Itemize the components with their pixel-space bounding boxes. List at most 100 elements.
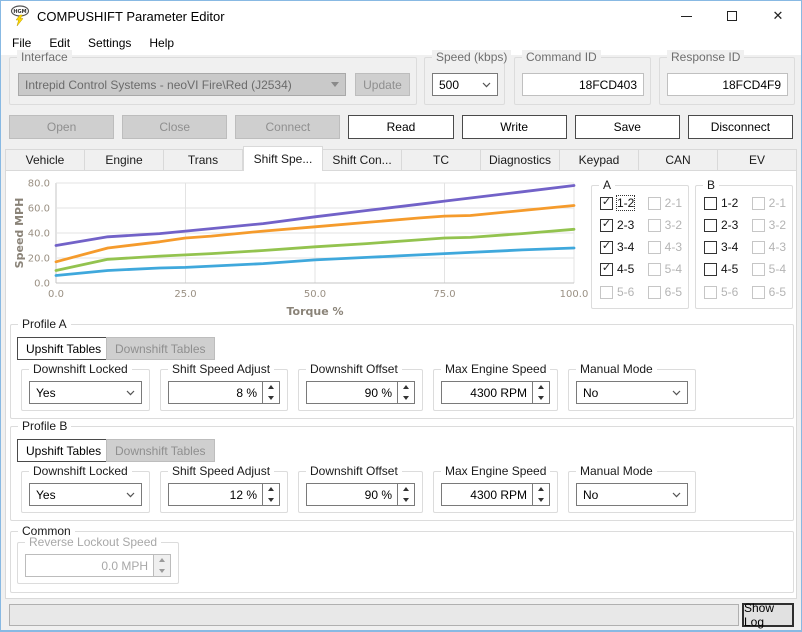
profile-a-shift-speed-adjust-spinner[interactable]: 8 % [168,381,280,404]
menu-help[interactable]: Help [140,33,183,53]
connect-button-label: Connect [266,120,311,134]
tab-shift-speeds[interactable]: Shift Spe... [243,146,323,171]
tab-shift-control[interactable]: Shift Con... [323,149,402,171]
profile-b-manual-mode-select[interactable]: No [576,483,688,506]
checkbox-box: ✓ [648,241,661,254]
checkbox-b-4-5[interactable]: ✓ 4-5 [704,262,738,276]
profile-b-shift-speed-adjust-spinner[interactable]: 12 % [168,483,280,506]
reverse-lockout-speed-value: 0.0 MPH [26,555,153,576]
checkbox-label: 3-4 [721,240,738,254]
spin-up-icon [268,385,274,389]
svg-text:100.0: 100.0 [560,289,589,300]
reverse-lockout-speed-label: Reverse Lockout Speed [25,535,161,549]
checkbox-label: 4-5 [721,262,738,276]
close-button[interactable]: ✕ [755,1,801,31]
checkbox-box: ✓ [704,241,717,254]
profile-b-shift-speed-adjust-box: Shift Speed Adjust 12 % [160,471,288,513]
tab-trans[interactable]: Trans [164,149,243,171]
profile-a-upshift-tables-button[interactable]: Upshift Tables [17,337,110,360]
interface-group: Interface Intrepid Control Systems - neo… [9,57,417,105]
checkbox-a-3-4[interactable]: ✓3-4 [600,240,634,254]
chevron-down-icon [331,82,339,87]
spinner-buttons[interactable] [262,382,279,403]
spinner-buttons[interactable] [397,382,414,403]
profile-a-max-engine-speed-spinner[interactable]: 4300 RPM [441,381,550,404]
maximize-button[interactable] [709,1,755,31]
spinner-buttons [153,555,170,576]
checkbox-b-5-6: ✓5-6 [704,285,738,299]
read-button[interactable]: Read [348,115,453,139]
downshift-offset-label: Downshift Offset [306,362,402,376]
profile-b-downshift-offset-spinner[interactable]: 90 % [306,483,415,506]
menu-settings[interactable]: Settings [79,33,140,53]
checkbox-box: ✓ [600,263,613,276]
checkbox-a-2-3[interactable]: ✓2-3 [600,218,634,232]
interface-value: Intrepid Control Systems - neoVI Fire\Re… [25,78,331,92]
checkbox-b-3-2: ✓3-2 [752,218,786,232]
save-button[interactable]: Save [575,115,680,139]
checkbox-b-5-4: ✓5-4 [752,262,786,276]
show-log-button[interactable]: Show Log [742,603,794,627]
spin-up-icon [538,487,544,491]
checkbox-label: 5-4 [769,262,786,276]
tab-vehicle[interactable]: Vehicle [5,149,85,171]
tab-tc[interactable]: TC [402,149,481,171]
shift-enable-group-a: A ✓1-2 ✓2-1 ✓2-3 ✓3-2 ✓3-4 ✓4-3 ✓4-5 ✓5-… [591,185,689,309]
checkbox-b-6-5: ✓6-5 [752,285,786,299]
checkbox-a-1-2[interactable]: ✓1-2 [600,196,634,210]
open-button-label: Open [47,120,76,134]
checkbox-b-2-1: ✓2-1 [752,196,786,210]
speed-value: 500 [439,78,482,92]
chevron-down-icon [672,492,681,498]
checkbox-box: ✓ [704,263,717,276]
group-a-label: A [599,178,615,192]
spinner-buttons[interactable] [532,382,549,403]
response-id-field[interactable]: 18FCD4F9 [667,73,788,96]
profile-a-downshift-offset-spinner[interactable]: 90 % [306,381,415,404]
profile-a-manual-mode-select[interactable]: No [576,381,688,404]
tab-keypad[interactable]: Keypad [560,149,639,171]
connection-row: Interface Intrepid Control Systems - neo… [1,57,801,111]
shift-enable-group-b: B ✓1-2 ✓2-1 ✓2-3 ✓3-2 ✓3-4 ✓4-3 ✓4-5 ✓5-… [695,185,793,309]
tab-diagnostics[interactable]: Diagnostics [481,149,560,171]
checkbox-label: 1-2 [617,196,634,210]
spin-down-icon [538,396,544,400]
profile-b-downshift-locked-select[interactable]: Yes [29,483,142,506]
read-button-label: Read [387,120,416,134]
profile-a-downshift-offset-box: Downshift Offset 90 % [298,369,423,411]
speed-group-label: Speed (kbps) [432,50,511,64]
group-b-label: B [703,178,719,192]
write-button[interactable]: Write [462,115,567,139]
checkbox-b-3-4[interactable]: ✓ 3-4 [704,240,738,254]
disconnect-button[interactable]: Disconnect [688,115,793,139]
tabstrip: Vehicle Engine Trans Shift Spe... Shift … [5,146,797,171]
profile-b-label: Profile B [18,419,71,433]
speed-select[interactable]: 500 [432,73,498,96]
tab-engine[interactable]: Engine [85,149,164,171]
command-id-field[interactable]: 18FCD403 [522,73,644,96]
checkbox-b-1-2[interactable]: ✓1-2 [704,196,738,210]
checkbox-b-2-3[interactable]: ✓2-3 [704,218,738,232]
downshift-tables-label: Downshift Tables [115,444,206,458]
spinner-buttons[interactable] [532,484,549,505]
tab-can[interactable]: CAN [639,149,718,171]
checkbox-label: 2-3 [617,218,634,232]
checkbox-label: 2-1 [769,196,786,210]
spinner-buttons[interactable] [397,484,414,505]
chevron-down-icon [482,82,491,88]
spinner-buttons[interactable] [262,484,279,505]
downshift-offset-value: 90 % [307,484,397,505]
minimize-button[interactable] [663,1,709,31]
checkbox-a-4-5[interactable]: ✓4-5 [600,262,634,276]
show-log-label: Show Log [744,601,792,629]
profile-b-upshift-tables-button[interactable]: Upshift Tables [17,439,110,462]
app-icon: HGM [10,5,30,27]
tab-ev[interactable]: EV [718,149,797,171]
checkbox-box: ✓ [704,219,717,232]
downshift-locked-value: Yes [36,386,126,400]
profile-b-max-engine-speed-spinner[interactable]: 4300 RPM [441,483,550,506]
profile-a-downshift-locked-select[interactable]: Yes [29,381,142,404]
shift-speed-adjust-label: Shift Speed Adjust [168,362,274,376]
checkbox-box: ✓ [648,263,661,276]
profile-a-max-engine-speed-box: Max Engine Speed 4300 RPM [433,369,558,411]
